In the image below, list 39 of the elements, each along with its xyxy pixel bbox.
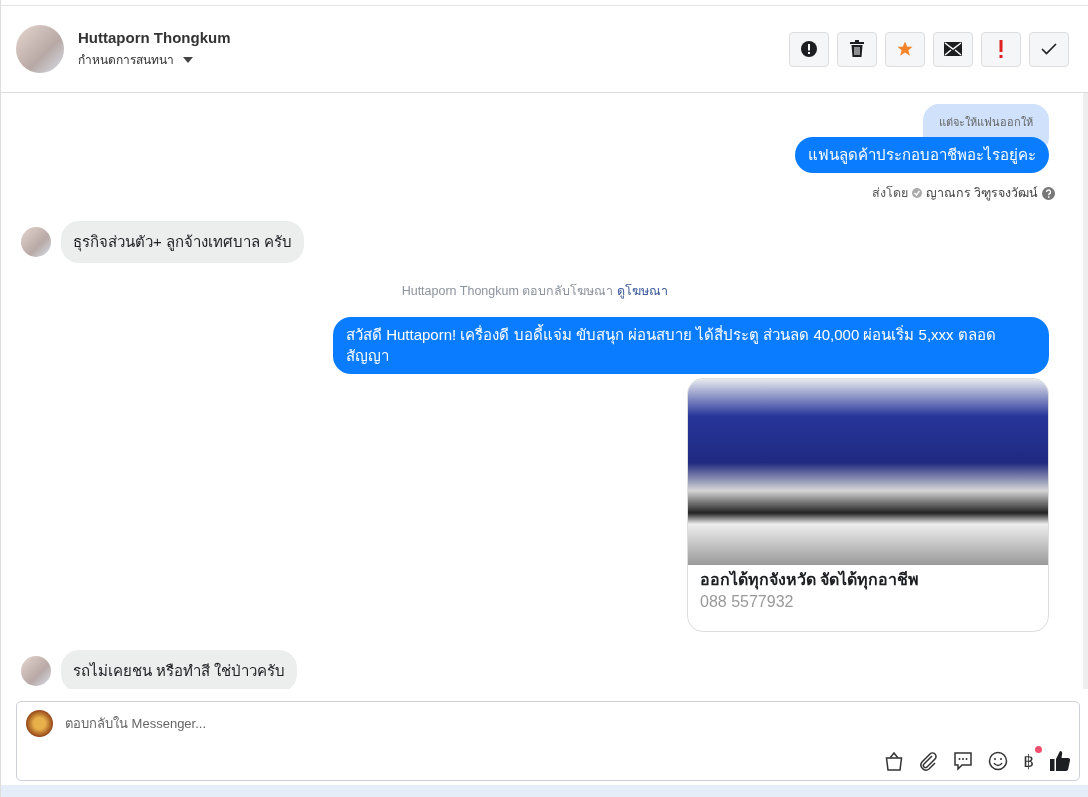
thumbs-up-icon[interactable] — [1049, 750, 1071, 772]
reply-field[interactable]: ตอบกลับใน Messenger... ฿ — [16, 701, 1080, 781]
envelope-icon — [944, 42, 962, 56]
checkmark-icon — [1041, 43, 1057, 55]
mail-button[interactable] — [933, 31, 973, 67]
ad-phone: 088 5577932 — [699, 591, 795, 612]
paperclip-icon[interactable] — [918, 751, 939, 771]
assign-conversation-dropdown[interactable]: กำหนดการสนทนา — [78, 50, 231, 69]
received-message: ธุรกิจส่วนตัว+ ลูกจ้างเทศบาล ครับ — [61, 221, 305, 264]
contact-avatar — [21, 655, 51, 686]
delete-button[interactable] — [837, 31, 877, 67]
sent-message: สวัสดี Huttaporn! เครื่องดี บอดี้แจ่ม ขับสนุก ผ่อนสบาย ได้สี่ประตู ส่วนลด 40,000 ผ่อนเริ่ม 5,xxx ตลอดสัญญา — [333, 317, 1049, 374]
payment-button[interactable]: ฿ — [1023, 750, 1034, 772]
ad-title: ออกได้ทุกจังหวัด จัดได้ทุกอาชีพ — [699, 569, 921, 592]
sender-name: ญาณกร วิฑูรจงวัฒน์ — [925, 185, 1038, 203]
caret-icon — [182, 55, 194, 64]
star-button[interactable] — [885, 31, 925, 67]
alert-icon — [800, 40, 818, 58]
alert-button[interactable] — [789, 31, 829, 67]
verified-icon — [911, 188, 922, 199]
sent-message: แฟนลูดค้าประกอบอาชีพอะไรอยู่คะ — [795, 137, 1049, 174]
trash-icon — [849, 40, 865, 58]
user-avatar — [26, 710, 53, 737]
shopping-bag-icon[interactable] — [885, 751, 904, 771]
contact-avatar — [21, 227, 51, 258]
exclamation-icon — [999, 40, 1003, 58]
chat-bubble-icon[interactable] — [953, 751, 974, 771]
star-icon — [896, 40, 914, 58]
ad-card[interactable]: ออกได้ทุกจังหวัด จัดได้ทุกอาชีพ 088 5577932 — [687, 377, 1049, 632]
contact-name: Huttaporn Thongkum — [78, 29, 231, 46]
help-icon[interactable] — [1042, 186, 1055, 200]
sent-by-label: ส่งโดย — [871, 185, 908, 203]
done-button[interactable] — [1029, 31, 1069, 67]
contact-avatar — [16, 25, 64, 73]
ad-reply-notice: Huttaporn Thongkum ตอบกลับโฆษณา — [401, 283, 614, 301]
emoji-icon[interactable] — [988, 751, 1009, 771]
priority-button[interactable] — [981, 31, 1021, 67]
received-message: รถไม่เคยชน หรือทำสี ใช่ป่าวครับ — [61, 649, 298, 689]
view-ad-link[interactable]: ดูโฆษณา — [617, 281, 669, 302]
